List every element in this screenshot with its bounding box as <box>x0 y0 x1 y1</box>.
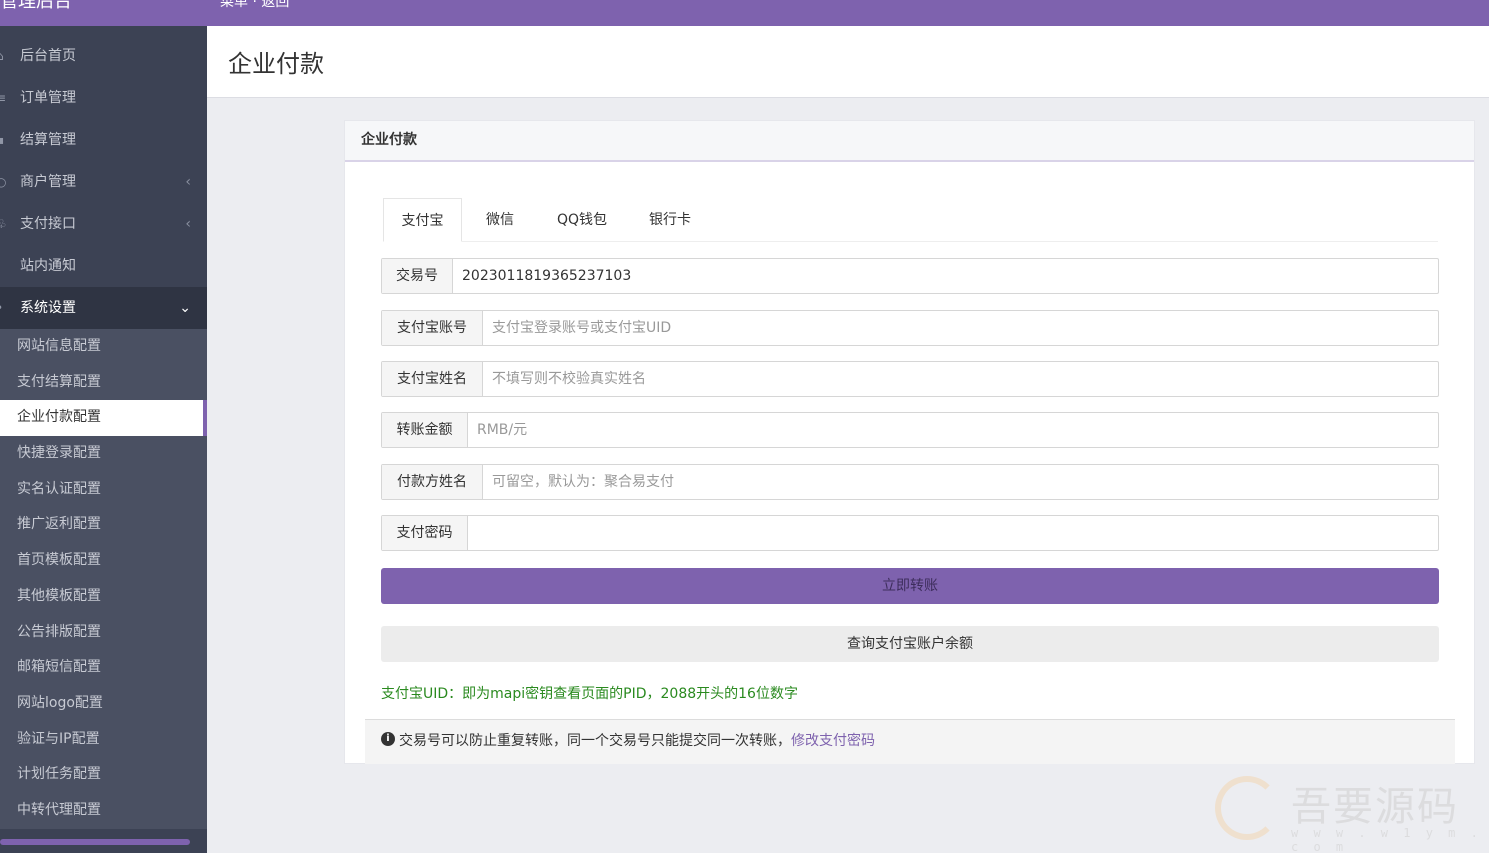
settle-icon: ▪ <box>0 133 5 147</box>
info-icon: i <box>381 732 395 746</box>
amount-row: 转账金额 RMB/元 <box>381 412 1439 448</box>
sidebar-item-label: 订单管理 <box>20 90 76 106</box>
home-icon: ⌂ <box>0 35 6 77</box>
panel-heading: 企业付款 <box>345 121 1474 162</box>
submenu-item-logo[interactable]: 网站logo配置 <box>0 686 207 722</box>
sidebar-item-dashboard[interactable]: ⌂ 后台首页 <box>0 35 207 77</box>
watermark-url: w w w . w 1 y m . c o m <box>1291 826 1482 853</box>
sidebar-item-merchants[interactable]: ○ 商户管理 ‹ <box>0 161 207 203</box>
submenu-item-quick-login[interactable]: 快捷登录配置 <box>0 436 207 472</box>
tab-alipay[interactable]: 支付宝 <box>383 198 462 242</box>
chevron-left-icon: ‹ <box>185 216 191 232</box>
brand-title[interactable]: 管理后台 <box>0 0 72 12</box>
sidebar-item-label: 结算管理 <box>20 132 76 148</box>
submenu-item-home-template[interactable]: 首页模板配置 <box>0 543 207 579</box>
watermark-logo-icon <box>1215 776 1279 840</box>
chevron-down-icon: ⌄ <box>179 300 191 316</box>
trade-no-input[interactable]: 2023011819365237103 <box>453 259 1438 293</box>
sidebar-item-label: 后台首页 <box>20 48 76 64</box>
query-balance-button[interactable]: 查询支付宝账户余额 <box>381 626 1439 662</box>
payer-name-label: 付款方姓名 <box>382 465 483 499</box>
payment-method-tabs: 支付宝 微信 QQ钱包 银行卡 <box>383 198 1438 242</box>
user-icon: ○ <box>0 175 7 189</box>
page-header: 企业付款 <box>207 26 1489 98</box>
alipay-name-input[interactable]: 不填写则不校验真实姓名 <box>483 362 1438 396</box>
submenu-item-realname[interactable]: 实名认证配置 <box>0 472 207 508</box>
pay-password-row: 支付密码 <box>381 515 1439 551</box>
watermark: 吾要源码 w w w . w 1 y m . c o m <box>1215 772 1485 853</box>
sidebar-item-notifications[interactable]: · 站内通知 <box>0 245 207 287</box>
watermark-text: 吾要源码 <box>1291 784 1459 830</box>
tab-bankcard[interactable]: 银行卡 <box>633 198 707 242</box>
tab-qqwallet[interactable]: QQ钱包 <box>543 198 621 242</box>
enterprise-pay-panel: 企业付款 支付宝 微信 QQ钱包 银行卡 交易号 202301181936523… <box>344 120 1475 764</box>
sidebar-item-payment-interfaces[interactable]: ♧ 支付接口 ‹ <box>0 203 207 245</box>
info-footer: i 交易号可以防止重复转账，同一个交易号只能提交同一次转账，修改支付密码 <box>365 719 1455 764</box>
page-title: 企业付款 <box>228 50 324 78</box>
alipay-name-label: 支付宝姓名 <box>382 362 483 396</box>
submenu-item-pay-settle[interactable]: 支付结算配置 <box>0 365 207 401</box>
transfer-now-button[interactable]: 立即转账 <box>381 568 1439 604</box>
submenu-item-proxy[interactable]: 中转代理配置 <box>0 793 207 829</box>
change-password-link[interactable]: 修改支付密码 <box>791 733 875 749</box>
sidebar-item-system-settings[interactable]: • 系统设置 ⌄ <box>0 287 207 329</box>
top-bar: 管理后台 菜单 · 返回 <box>0 0 1489 26</box>
sidebar-item-label: 商户管理 <box>20 174 76 190</box>
submenu-item-rebate[interactable]: 推广返利配置 <box>0 507 207 543</box>
sidebar-item-settlement[interactable]: ▪ 结算管理 <box>0 119 207 161</box>
chevron-left-icon: ‹ <box>185 174 191 190</box>
sidebar-item-orders[interactable]: ≡ 订单管理 <box>0 77 207 119</box>
submenu-item-announcement[interactable]: 公告排版配置 <box>0 615 207 651</box>
pay-password-input[interactable] <box>468 516 1438 550</box>
payer-name-row: 付款方姓名 可留空，默认为：聚合易支付 <box>381 464 1439 500</box>
amount-label: 转账金额 <box>382 413 468 447</box>
alipay-name-row: 支付宝姓名 不填写则不校验真实姓名 <box>381 361 1439 397</box>
submenu-item-email-sms[interactable]: 邮箱短信配置 <box>0 650 207 686</box>
alipay-account-row: 支付宝账号 支付宝登录账号或支付宝UID <box>381 310 1439 346</box>
submenu-item-verify-ip[interactable]: 验证与IP配置 <box>0 722 207 758</box>
submenu-item-cron[interactable]: 计划任务配置 <box>0 757 207 793</box>
sidebar-item-label: 系统设置 <box>20 300 76 316</box>
list-icon: ≡ <box>0 91 7 105</box>
sidebar-scrollbar[interactable] <box>0 839 190 845</box>
top-menu-links[interactable]: 菜单 · 返回 <box>220 0 289 10</box>
submenu-item-other-template[interactable]: 其他模板配置 <box>0 579 207 615</box>
sidebar-item-label: 站内通知 <box>20 258 76 274</box>
pay-password-label: 支付密码 <box>382 516 468 550</box>
system-settings-submenu: 网站信息配置 支付结算配置 企业付款配置 快捷登录配置 实名认证配置 推广返利配… <box>0 329 207 829</box>
gear-icon: • <box>0 287 6 329</box>
sidebar-item-label: 支付接口 <box>20 216 76 232</box>
trade-no-row: 交易号 2023011819365237103 <box>381 258 1439 294</box>
bell-icon: · <box>0 245 6 287</box>
tab-wechat[interactable]: 微信 <box>469 198 531 242</box>
payer-name-input[interactable]: 可留空，默认为：聚合易支付 <box>483 465 1438 499</box>
alipay-account-label: 支付宝账号 <box>382 311 483 345</box>
alipay-uid-hint: 支付宝UID：即为mapi密钥查看页面的PID，2088开头的16位数字 <box>381 686 798 702</box>
plug-icon: ♧ <box>0 217 7 231</box>
submenu-item-enterprise-pay[interactable]: 企业付款配置 <box>0 400 207 437</box>
submenu-item-site-info[interactable]: 网站信息配置 <box>0 329 207 365</box>
amount-input[interactable]: RMB/元 <box>468 413 1438 447</box>
alipay-account-input[interactable]: 支付宝登录账号或支付宝UID <box>483 311 1438 345</box>
sidebar: ⌂ 后台首页 ≡ 订单管理 ▪ 结算管理 ○ 商户管理 ‹ ♧ 支付接口 ‹ ·… <box>0 26 207 853</box>
info-text: 交易号可以防止重复转账，同一个交易号只能提交同一次转账， <box>399 733 791 749</box>
trade-no-label: 交易号 <box>382 259 453 293</box>
